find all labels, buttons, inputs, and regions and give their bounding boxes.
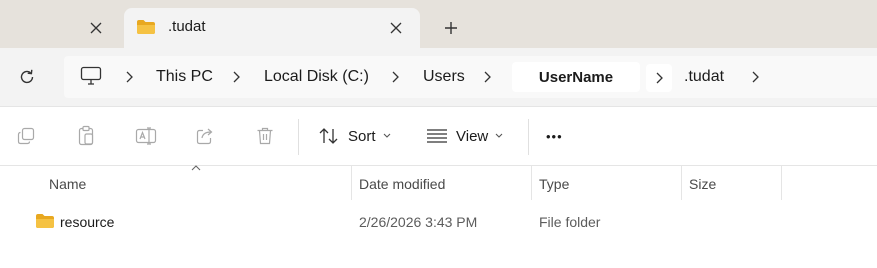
tab-close-button[interactable]: [382, 14, 410, 42]
column-size[interactable]: Size: [689, 176, 716, 192]
view-label: View: [456, 127, 489, 145]
chevron-right-icon: [392, 71, 399, 83]
table-row[interactable]: resource 2/26/2026 3:43 PM File folder: [24, 205, 877, 239]
tab-inactive[interactable]: [0, 8, 122, 48]
toolbar-separator: [298, 119, 299, 155]
view-button[interactable]: View: [426, 121, 503, 151]
chevron-right-icon: [656, 72, 663, 84]
column-date-modified[interactable]: Date modified: [359, 176, 445, 192]
sort-ascending-icon: [191, 165, 201, 171]
folder-icon: [36, 214, 54, 228]
column-divider[interactable]: [351, 166, 352, 200]
share-button[interactable]: [193, 124, 217, 148]
column-type[interactable]: Type: [539, 176, 569, 192]
delete-button[interactable]: [253, 124, 277, 148]
paste-button[interactable]: [74, 124, 98, 148]
refresh-icon: [20, 69, 34, 84]
tab-title: .tudat: [168, 18, 206, 35]
breadcrumb-local-disk[interactable]: Local Disk (C:): [264, 68, 369, 86]
copy-button[interactable]: [14, 124, 38, 148]
chevron-right-icon: [126, 71, 133, 83]
sort-button[interactable]: Sort: [318, 121, 391, 151]
chevron-right-icon[interactable]: [750, 69, 760, 85]
column-divider[interactable]: [781, 166, 782, 200]
tab-active[interactable]: .tudat: [124, 8, 420, 48]
column-name[interactable]: Name: [49, 176, 86, 192]
more-options-button[interactable]: •••: [546, 121, 563, 151]
tab-close-button[interactable]: [82, 14, 110, 42]
new-tab-button[interactable]: [437, 14, 465, 42]
breadcrumb-username[interactable]: UserName: [512, 62, 640, 92]
rename-button[interactable]: [134, 124, 158, 148]
column-divider[interactable]: [681, 166, 682, 200]
breadcrumb-this-pc[interactable]: This PC: [156, 68, 213, 86]
sort-icon: [319, 128, 338, 144]
chevron-down-icon: [383, 133, 390, 138]
paste-icon: [78, 125, 94, 146]
close-icon: [390, 22, 402, 34]
file-date-modified: 2/26/2026 3:43 PM: [359, 214, 478, 230]
breadcrumb-current-folder[interactable]: .tudat: [684, 68, 724, 86]
rename-icon: [135, 127, 157, 145]
chevron-down-icon: [495, 133, 503, 138]
delete-icon: [257, 127, 273, 145]
command-bar: Sort View •••: [0, 107, 877, 166]
chevron-right-icon: [484, 71, 491, 83]
column-divider[interactable]: [531, 166, 532, 200]
view-icon: [427, 129, 447, 143]
plus-icon: [445, 22, 457, 34]
chevron-right-icon: [233, 71, 240, 83]
address-bar[interactable]: This PC Local Disk (C:) Users UserName .…: [64, 56, 877, 98]
address-row: This PC Local Disk (C:) Users UserName .…: [0, 48, 877, 107]
toolbar-separator: [528, 119, 529, 155]
file-type: File folder: [539, 214, 601, 230]
file-name[interactable]: resource: [60, 214, 114, 230]
tab-strip: .tudat: [0, 0, 877, 48]
computer-icon: [80, 66, 102, 85]
sort-label: Sort: [348, 127, 376, 145]
breadcrumb-chevron-button[interactable]: [646, 64, 672, 92]
refresh-button[interactable]: [12, 62, 42, 92]
column-header-row: Name Date modified Type Size: [0, 165, 877, 200]
close-icon: [90, 22, 102, 34]
folder-icon: [137, 20, 155, 34]
copy-icon: [17, 127, 35, 145]
share-icon: [196, 128, 213, 145]
breadcrumb-users[interactable]: Users: [423, 68, 465, 86]
